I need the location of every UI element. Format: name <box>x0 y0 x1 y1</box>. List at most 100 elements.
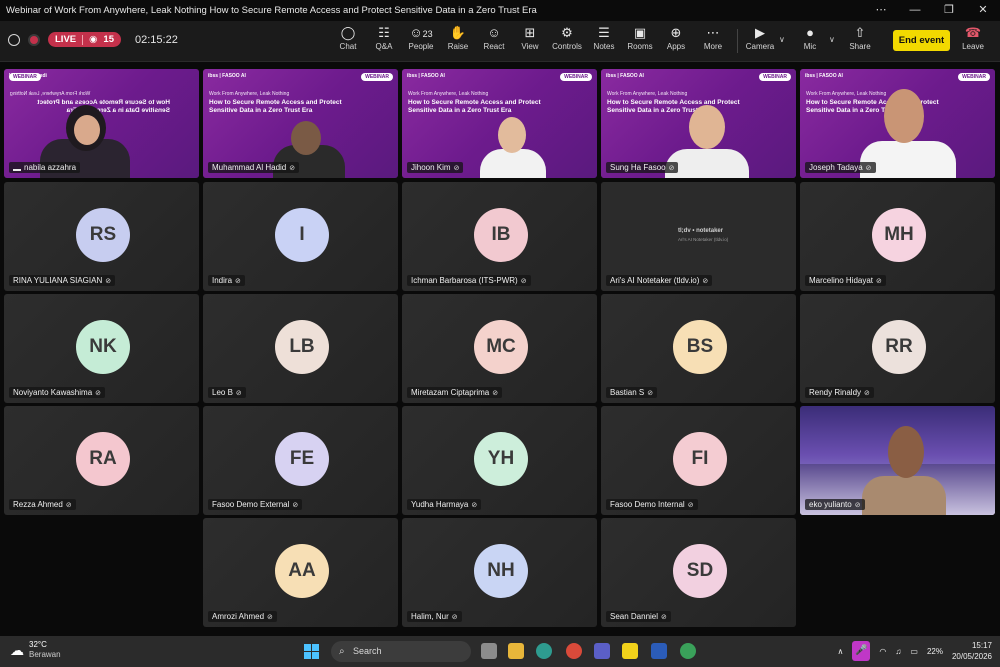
participant-tile[interactable]: I Indira ⊘ <box>203 182 398 291</box>
slide-heading: How to Secure Remote Access and Protect … <box>408 99 541 114</box>
mic-off-icon: ⊘ <box>647 389 654 397</box>
participant-grid: ibss | FASOO AI WEBINAR Work From Anywhe… <box>0 63 1000 636</box>
chat-icon: ◯ <box>340 25 356 40</box>
avatar: I <box>275 208 329 262</box>
microphone-in-use-icon[interactable]: 🎤 <box>852 641 871 661</box>
share-icon: ⇧ <box>854 25 866 40</box>
chat-label: Chat <box>339 42 357 51</box>
notes-button[interactable]: ☰ Notes <box>586 24 622 58</box>
edge-icon[interactable] <box>536 643 552 659</box>
chrome-icon[interactable] <box>566 643 582 659</box>
apps-button[interactable]: ⊕ Apps <box>658 24 694 58</box>
participant-tile[interactable]: BS Bastian S ⊘ <box>601 294 796 403</box>
avatar: SD <box>673 544 727 598</box>
chevron-up-icon[interactable]: ∧ <box>838 647 844 656</box>
minimize-button[interactable]: — <box>898 0 932 21</box>
avatar: NH <box>474 544 528 598</box>
chat-button[interactable]: ◯ Chat <box>330 24 366 58</box>
participant-tile[interactable]: RR Rendy Rinaldy ⊘ <box>800 294 995 403</box>
mic-off-icon: ⊘ <box>65 501 72 509</box>
camera-options-chevron-icon[interactable]: ∨ <box>779 35 785 44</box>
raise-hand-button[interactable]: ✋ Raise <box>440 24 476 58</box>
chrome-profile-icon[interactable] <box>680 643 696 659</box>
title-bar: Webinar of Work From Anywhere, Leak Noth… <box>0 0 1000 21</box>
qna-button[interactable]: ☷ Q&A <box>366 24 402 58</box>
sticky-notes-icon[interactable] <box>622 643 638 659</box>
camera-button[interactable]: ▶ Camera <box>742 24 778 58</box>
meeting-status: LIVE ◉ 15 02:15:22 <box>8 32 178 47</box>
participant-tile[interactable]: NH Halim, Nur ⊘ <box>402 518 597 627</box>
weather-widget[interactable]: ☁ 32°C Berawan <box>10 640 61 660</box>
people-button[interactable]: ☺23 People <box>403 24 439 58</box>
participant-tile[interactable]: FE Fasoo Demo External ⊘ <box>203 406 398 515</box>
battery-icon[interactable]: ▭ <box>910 647 918 656</box>
video-tile[interactable]: ibss | FASOO AI WEBINAR Work From Anywhe… <box>800 69 995 178</box>
slide-subtitle: Work From Anywhere, Leak Nothing <box>806 91 887 97</box>
more-options-icon[interactable]: ⋯ <box>864 0 898 21</box>
shield-icon[interactable] <box>8 33 20 46</box>
participant-tile[interactable]: MC Miretazam Ciptaprima ⊘ <box>402 294 597 403</box>
windows-start-icon[interactable] <box>304 644 319 659</box>
apps-icon: ⊕ <box>670 25 682 40</box>
participant-tile[interactable]: IB Ichman Barbarosa (ITS-PWR) ⊘ <box>402 182 597 291</box>
participant-tile[interactable]: RA Rezza Ahmed ⊘ <box>4 406 199 515</box>
more-button[interactable]: ⋯ More <box>695 24 731 58</box>
wifi-icon[interactable]: ◠ <box>879 647 886 656</box>
person-video <box>480 149 546 178</box>
person-video <box>862 476 946 515</box>
teams-icon[interactable] <box>594 643 610 659</box>
mic-off-icon: ⊘ <box>854 501 861 509</box>
mic-button[interactable]: ● Mic <box>792 24 828 58</box>
maximize-button[interactable]: ❐ <box>932 0 966 21</box>
react-label: React <box>483 42 505 51</box>
view-button[interactable]: ⊞ View <box>512 24 548 58</box>
slide-logo: ibss | FASOO AI <box>407 73 445 79</box>
participant-tile[interactable]: YH Yudha Harmaya ⊘ <box>402 406 597 515</box>
participant-tile[interactable]: MH Marcelino Hidayat ⊘ <box>800 182 995 291</box>
participant-name-label: Leo B ⊘ <box>208 387 246 398</box>
participant-tile[interactable]: RS RINA YULIANA SIAGIAN ⊘ <box>4 182 199 291</box>
mic-off-icon: ⊘ <box>471 501 478 509</box>
webinar-badge: WEBINAR <box>9 73 41 81</box>
avatar: RA <box>76 432 130 486</box>
participant-name-label: Yudha Harmaya ⊘ <box>407 499 482 510</box>
mic-options-chevron-icon[interactable]: ∨ <box>829 35 835 44</box>
participant-tile[interactable]: tl;dv • notetaker Ari's AI Notetaker (tl… <box>601 182 796 291</box>
webinar-badge: WEBINAR <box>759 73 791 81</box>
end-event-button[interactable]: End event <box>893 30 950 51</box>
live-badge[interactable]: LIVE ◉ 15 <box>48 32 121 47</box>
video-tile[interactable]: ibss | FASOO AI WEBINAR Work From Anywhe… <box>203 69 398 178</box>
participant-tile[interactable]: AA Amrozi Ahmed ⊘ <box>203 518 398 627</box>
participant-tile[interactable]: SD Sean Danniel ⊘ <box>601 518 796 627</box>
avatar: FI <box>673 432 727 486</box>
search-box[interactable]: ⌕ Search <box>331 641 471 662</box>
volume-icon[interactable]: ♫ <box>895 647 901 656</box>
video-tile[interactable]: ibss | FASOO AI WEBINAR Work From Anywhe… <box>402 69 597 178</box>
video-tile[interactable]: ibss | FASOO AI WEBINAR Work From Anywhe… <box>4 69 199 178</box>
more-label: More <box>703 42 723 51</box>
word-icon[interactable] <box>651 643 667 659</box>
file-explorer-icon[interactable] <box>508 643 524 659</box>
task-view-icon[interactable] <box>481 643 497 659</box>
person-video <box>74 115 100 145</box>
mic-off-icon: ⊘ <box>864 389 870 397</box>
leave-button[interactable]: ☎ Leave <box>958 24 988 51</box>
system-tray: ∧ 🎤 ◠ ♫ ▭ 22% 15:17 20/05/2026 <box>838 640 992 662</box>
mic-off-icon: ⊘ <box>661 613 667 621</box>
participant-name-label: Fasoo Demo Internal ⊘ <box>606 499 698 510</box>
close-button[interactable]: ✕ <box>966 0 1000 21</box>
react-button[interactable]: ☺ React <box>476 24 512 58</box>
participant-tile[interactable]: LB Leo B ⊘ <box>203 294 398 403</box>
participant-tile[interactable]: FI Fasoo Demo Internal ⊘ <box>601 406 796 515</box>
clock[interactable]: 15:17 20/05/2026 <box>952 640 992 662</box>
window-title: Webinar of Work From Anywhere, Leak Noth… <box>6 5 537 16</box>
recording-icon[interactable] <box>28 33 40 46</box>
camera-icon: ▶ <box>755 25 765 40</box>
video-tile[interactable]: ibss | FASOO AI WEBINAR Work From Anywhe… <box>601 69 796 178</box>
share-button[interactable]: ⇧ Share <box>842 24 878 58</box>
participant-tile[interactable]: NK Noviyanto Kawashima ⊘ <box>4 294 199 403</box>
controls-button[interactable]: ⚙ Controls <box>549 24 585 58</box>
rooms-button[interactable]: ▣ Rooms <box>622 24 658 58</box>
video-tile[interactable]: eko yulianto ⊘ <box>800 406 995 515</box>
battery-percent: 22% <box>926 646 943 656</box>
